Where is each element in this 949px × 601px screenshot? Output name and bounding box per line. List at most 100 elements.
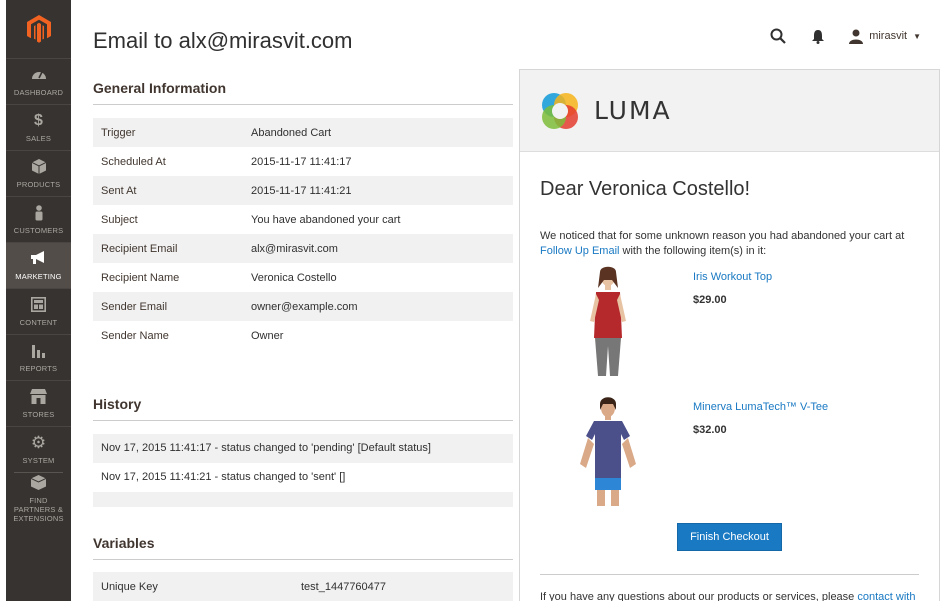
header-actions: mirasvit ▼	[769, 27, 921, 45]
history-row-empty	[93, 492, 513, 507]
email-intro: We noticed that for some unknown reason …	[540, 229, 919, 259]
info-value: Abandoned Cart	[243, 118, 513, 147]
sidebar-item-label: DASHBOARD	[13, 87, 64, 97]
sidebar-item-system[interactable]: ⚙ SYSTEM	[6, 426, 71, 472]
info-key: Scheduled At	[101, 155, 166, 168]
sidebar-item-customers[interactable]: CUSTOMERS	[6, 196, 71, 242]
history-row: Nov 17, 2015 11:41:21 - status changed t…	[101, 471, 346, 483]
variable-value: test_1447760477	[293, 572, 513, 601]
sidebar-item-label: SALES	[25, 133, 52, 143]
table-row: Recipient Email alx@mirasvit.com	[93, 234, 513, 263]
history-title: History	[93, 396, 513, 421]
history-list: Nov 17, 2015 11:41:17 - status changed t…	[93, 434, 513, 507]
info-value: 2015-11-17 11:41:17	[251, 155, 352, 168]
table-row: Trigger Abandoned Cart	[93, 118, 513, 147]
info-key: Recipient Name	[101, 271, 180, 284]
info-key: Sender Name	[101, 329, 169, 342]
sidebar-item-label: CUSTOMERS	[13, 225, 64, 235]
product-image[interactable]	[560, 395, 656, 507]
intro-text: We noticed that for some unknown reason …	[540, 230, 905, 242]
product-name-link[interactable]: Iris Workout Top	[693, 271, 772, 283]
email-header: LUMA	[520, 70, 939, 152]
user-menu[interactable]: mirasvit ▼	[849, 29, 921, 44]
product-price: $32.00	[693, 424, 727, 436]
sidebar-item-marketing[interactable]: MARKETING	[6, 242, 71, 288]
info-value: owner@example.com	[243, 292, 513, 321]
info-value: 2015-11-17 11:41:21	[243, 176, 513, 205]
info-key: Sender Email	[93, 292, 243, 321]
sidebar-item-content[interactable]: CONTENT	[6, 288, 71, 334]
sidebar-item-label: PRODUCTS	[16, 179, 61, 189]
cart-item: Iris Workout Top $29.00	[560, 265, 939, 385]
info-value: alx@mirasvit.com	[243, 234, 513, 263]
info-key: Sent At	[93, 176, 243, 205]
info-value: Veronica Costello	[251, 271, 337, 284]
sidebar-item-reports[interactable]: REPORTS	[6, 334, 71, 380]
sidebar-item-label: MARKETING	[15, 271, 62, 281]
table-row: Sender Email owner@example.com	[93, 292, 513, 321]
email-preview: LUMA Dear Veronica Costello! We noticed …	[519, 69, 940, 601]
chevron-down-icon: ▼	[913, 31, 921, 41]
luma-logo-icon	[542, 92, 578, 129]
magento-logo-icon	[26, 15, 51, 43]
product-image[interactable]	[560, 265, 656, 377]
table-row: Sender Name Owner	[93, 321, 513, 350]
general-info-title: General Information	[93, 80, 513, 105]
history-row: Nov 17, 2015 11:41:17 - status changed t…	[93, 434, 513, 463]
contact-link[interactable]: contact with	[857, 591, 915, 601]
product-info: Minerva LumaTech™ V-Tee $32.00	[693, 395, 828, 515]
table-row: Unique Key test_1447760477	[93, 572, 513, 601]
sidebar-item-label: CONTENT	[19, 317, 58, 327]
layout-icon	[31, 296, 46, 315]
info-value: You have abandoned your cart	[251, 213, 401, 226]
luma-brand: LUMA	[594, 96, 672, 125]
cart-item: Minerva LumaTech™ V-Tee $32.00	[560, 395, 939, 515]
store-icon	[30, 388, 47, 407]
checkout-button-wrap: Finish Checkout	[520, 523, 939, 551]
email-details: General Information Trigger Abandoned Car…	[93, 80, 513, 507]
general-info-table: Trigger Abandoned Cart Scheduled At 2015-11…	[93, 118, 513, 350]
email-divider	[540, 574, 919, 575]
info-key: Trigger	[93, 118, 243, 147]
megaphone-icon	[30, 250, 47, 269]
sidebar-item-find-partners[interactable]: FIND PARTNERS & EXTENSIONS	[6, 473, 71, 525]
user-name: mirasvit	[869, 30, 908, 42]
sidebar-item-label: REPORTS	[19, 363, 58, 373]
store-link[interactable]: Follow Up Email	[540, 245, 619, 257]
box-icon	[30, 475, 47, 493]
footer-text: If you have any questions about our prod…	[540, 591, 858, 601]
sidebar-item-label: FIND PARTNERS & EXTENSIONS	[13, 496, 64, 523]
table-row: Recipient Name Veronica Costello	[93, 263, 513, 292]
search-icon[interactable]	[769, 27, 787, 45]
person-icon	[34, 204, 44, 223]
intro-text-end: with the following item(s) in it:	[619, 245, 767, 257]
table-row: Sent At 2015-11-17 11:41:21	[93, 176, 513, 205]
variables-table: Unique Key test_1447760477	[93, 572, 513, 601]
product-name-link[interactable]: Minerva LumaTech™ V-Tee	[693, 401, 828, 413]
dollar-icon: $	[34, 111, 43, 129]
email-footer: If you have any questions about our prod…	[540, 590, 919, 601]
user-icon	[849, 29, 864, 44]
gear-icon: ⚙	[30, 432, 47, 452]
variables-title: Variables	[93, 535, 513, 560]
magento-logo[interactable]	[6, 0, 71, 58]
table-row: Scheduled At 2015-11-17 11:41:17	[93, 147, 513, 176]
sidebar-item-label: SYSTEM	[22, 455, 55, 465]
table-row: Subject You have abandoned your cart	[93, 205, 513, 234]
finish-checkout-button[interactable]: Finish Checkout	[677, 523, 782, 551]
cube-icon	[31, 158, 46, 177]
sidebar-item-label: STORES	[22, 409, 55, 419]
info-key: Subject	[101, 213, 138, 226]
bell-icon[interactable]	[809, 27, 827, 45]
variables-section: Variables Unique Key test_1447760477	[93, 535, 513, 601]
sidebar-item-sales[interactable]: $ SALES	[6, 104, 71, 150]
sidebar-item-products[interactable]: PRODUCTS	[6, 150, 71, 196]
info-key: Recipient Email	[93, 234, 243, 263]
page-title: Email to alx@mirasvit.com	[93, 28, 353, 53]
info-value: Owner	[251, 329, 284, 342]
sidebar-item-stores[interactable]: STORES	[6, 380, 71, 426]
variable-key: Unique Key	[93, 572, 293, 601]
sidebar-item-dashboard[interactable]: DASHBOARD	[6, 58, 71, 104]
dashboard-icon	[31, 67, 47, 85]
product-price: $29.00	[693, 294, 727, 306]
